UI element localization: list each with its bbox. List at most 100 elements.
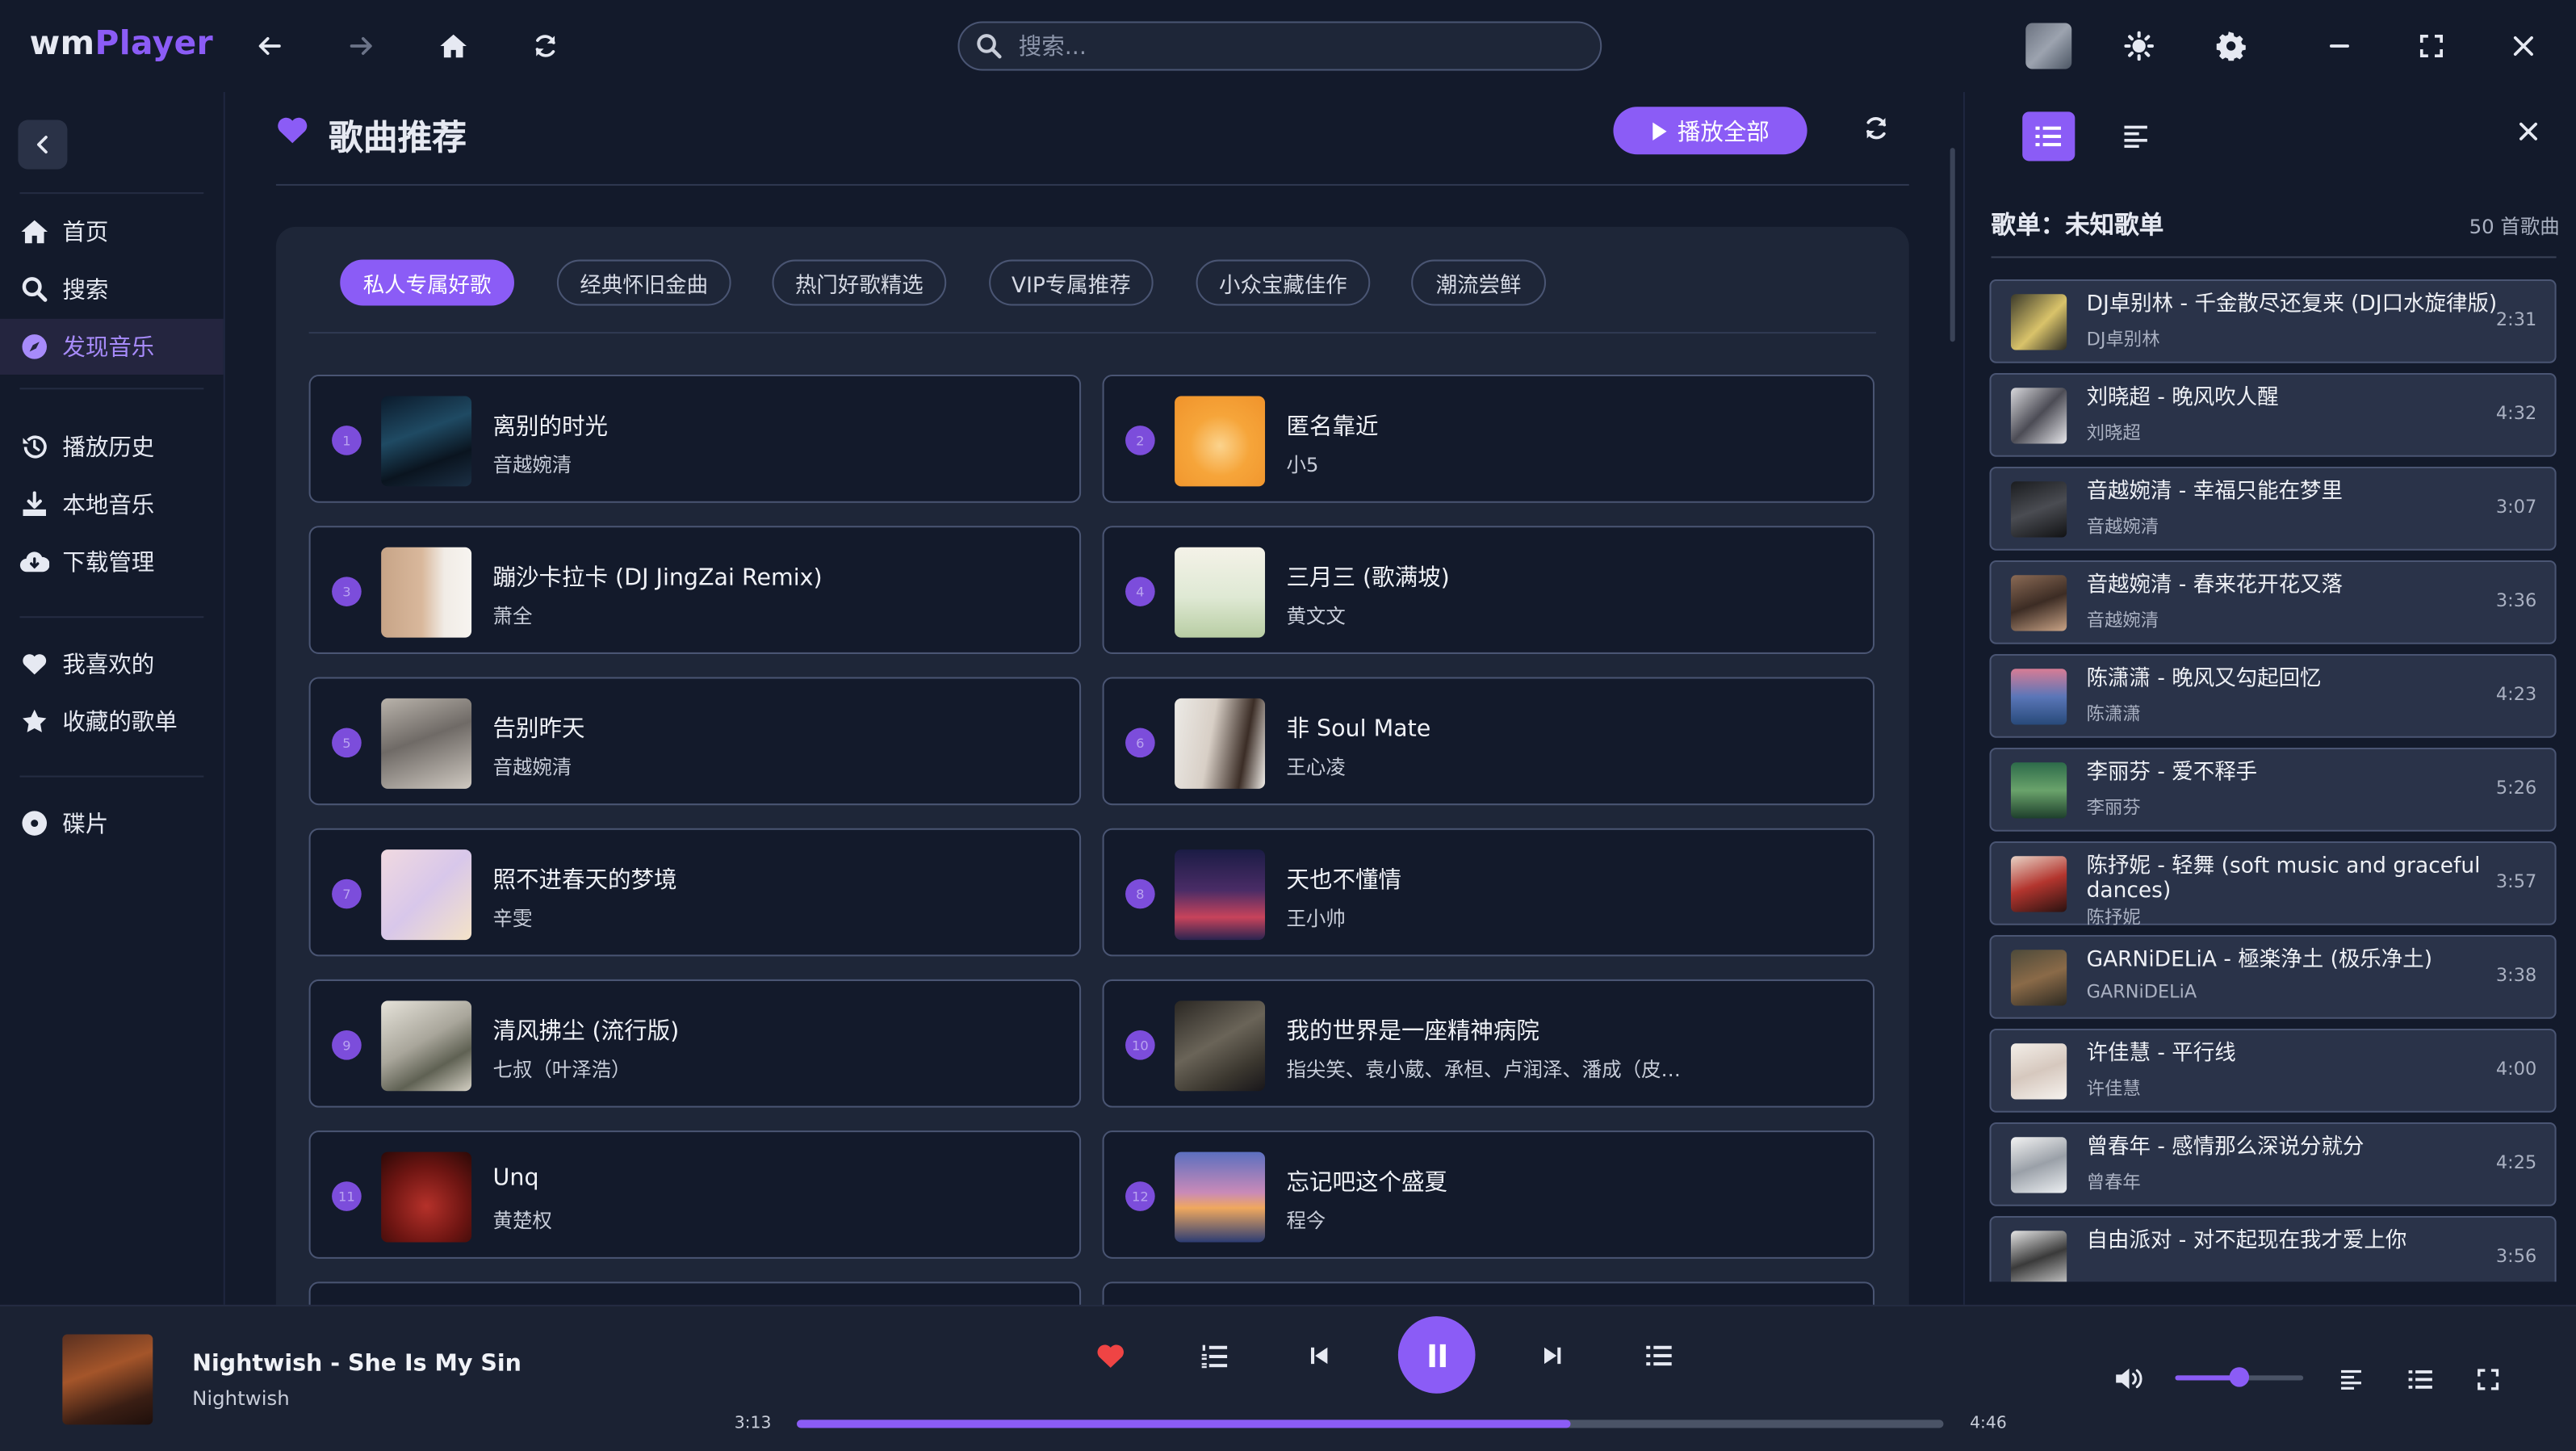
song-card[interactable]: 12 忘记吧这个盛夏 程今 xyxy=(1102,1130,1875,1259)
search-input[interactable] xyxy=(1015,29,1581,66)
queue-item[interactable]: 陈抒妮 - 轻舞 (soft music and graceful dances… xyxy=(1989,841,2557,929)
user-avatar[interactable] xyxy=(2025,23,2072,69)
playlist-button[interactable] xyxy=(1640,1336,1679,1376)
tab-queue-list[interactable] xyxy=(2022,111,2075,161)
tab-niche[interactable]: 小众宝藏佳作 xyxy=(1196,259,1371,306)
song-card[interactable]: 2 匿名靠近 小5 xyxy=(1102,375,1875,503)
sidebar-item-discs[interactable]: 碟片 xyxy=(0,795,224,851)
sidebar-item-history[interactable]: 播放历史 xyxy=(0,419,224,475)
tab-hot[interactable]: 热门好歌精选 xyxy=(772,259,947,306)
song-card[interactable]: 1 离别的时光 音越婉清 xyxy=(308,375,1082,503)
play-all-button[interactable]: 播放全部 xyxy=(1613,107,1807,155)
song-number: 3 xyxy=(332,577,362,606)
song-card[interactable]: 3 蹦沙卡拉卡 (DJ JingZai Remix) 萧全 xyxy=(308,526,1082,654)
like-button[interactable] xyxy=(1091,1336,1130,1376)
queue-item-duration: 4:00 xyxy=(2495,1058,2537,1080)
play-mode-button[interactable] xyxy=(1195,1336,1234,1376)
reload-button[interactable] xyxy=(522,23,568,69)
queue-item-artist: GARNiDELiA xyxy=(2086,980,2197,1003)
tab-trend[interactable]: 潮流尝鲜 xyxy=(1411,259,1547,306)
song-card[interactable]: 4 三月三 (歌满坡) 黄文文 xyxy=(1102,526,1875,654)
song-card[interactable]: 10 我的世界是一座精神病院 指尖笑、袁小葳、承桓、卢润泽、潘成（皮… xyxy=(1102,979,1875,1108)
sidebar-item-liked[interactable]: 我喜欢的 xyxy=(0,636,224,692)
next-button[interactable] xyxy=(1533,1336,1573,1376)
minimize-button[interactable] xyxy=(2316,23,2362,69)
forward-button[interactable] xyxy=(338,23,384,69)
close-icon xyxy=(2519,122,2538,140)
song-title: 三月三 (歌满坡) xyxy=(1286,565,1450,592)
skip-forward-icon xyxy=(1544,1347,1561,1365)
queue-item[interactable]: 曾春年 - 感情那么深说分就分 曾春年 4:25 xyxy=(1989,1122,2557,1206)
queue-item[interactable]: 陈潇潇 - 晚风又勾起回忆 陈潇潇 4:23 xyxy=(1989,653,2557,738)
sidebar: 首页 搜索 发现音乐 播放历史 本地音乐 下载管理 我喜欢的 收藏的歌单 碟片 xyxy=(0,91,225,1305)
volume-button[interactable] xyxy=(2109,1359,2149,1399)
queue-item[interactable]: 音越婉清 - 春来花开花又落 音越婉清 3:36 xyxy=(1989,560,2557,644)
queue-item-duration: 4:25 xyxy=(2495,1151,2537,1174)
main-scrollbar[interactable] xyxy=(1950,148,1955,342)
song-artist: 王小帅 xyxy=(1286,907,1346,930)
queue-item[interactable]: GARNiDELiA - 極楽浄土 (极乐净土) GARNiDELiA 3:38 xyxy=(1989,934,2557,1019)
tab-lyrics[interactable] xyxy=(2111,111,2163,161)
home-button[interactable] xyxy=(430,23,476,69)
queue-toggle-button[interactable] xyxy=(2400,1359,2440,1399)
queue-item[interactable]: 音越婉清 - 幸福只能在梦里 音越婉清 3:07 xyxy=(1989,466,2557,551)
song-card[interactable]: 8 天也不懂情 王小帅 xyxy=(1102,828,1875,957)
sidebar-item-favorite-playlists[interactable]: 收藏的歌单 xyxy=(0,694,224,749)
queue-item-title: 音越婉清 - 幸福只能在梦里 xyxy=(2086,480,2343,505)
disc-icon xyxy=(18,810,51,837)
settings-button[interactable] xyxy=(2208,23,2254,69)
search-bar[interactable] xyxy=(957,21,1602,71)
sidebar-collapse-button[interactable] xyxy=(18,120,68,170)
song-title: 照不进春天的梦境 xyxy=(492,867,677,895)
song-card[interactable]: 6 非 Soul Mate 王心凌 xyxy=(1102,677,1875,806)
fullscreen-button[interactable] xyxy=(2468,1359,2507,1399)
arrow-left-icon xyxy=(258,36,281,55)
sidebar-divider xyxy=(19,616,204,619)
volume-slider[interactable] xyxy=(2175,1367,2304,1387)
queue-item-duration: 3:07 xyxy=(2495,496,2537,518)
refresh-recommendations-button[interactable] xyxy=(1863,115,1890,141)
queue-item[interactable]: 许佳慧 - 平行线 许佳慧 4:00 xyxy=(1989,1028,2557,1113)
queue-item-duration: 3:38 xyxy=(2495,964,2537,987)
volume-knob[interactable] xyxy=(2229,1367,2250,1387)
tab-vip[interactable]: VIP专属推荐 xyxy=(989,259,1154,306)
back-button[interactable] xyxy=(246,23,292,69)
maximize-button[interactable] xyxy=(2408,23,2454,69)
song-cover xyxy=(1175,547,1266,638)
current-time: 3:13 xyxy=(734,1415,772,1433)
sidebar-item-home[interactable]: 首页 xyxy=(0,203,224,259)
song-card[interactable]: 5 告别昨天 音越婉清 xyxy=(308,677,1082,806)
sidebar-item-local-music[interactable]: 本地音乐 xyxy=(0,476,224,532)
song-card[interactable]: 9 清风拂尘 (流行版) 七叔（叶泽浩） xyxy=(308,979,1082,1108)
queue-item-duration: 2:31 xyxy=(2495,308,2537,331)
queue-item[interactable]: 刘晓超 - 晚风吹人醒 刘晓超 4:32 xyxy=(1989,372,2557,457)
song-artist: 七叔（叶泽浩） xyxy=(492,1058,631,1082)
close-button[interactable] xyxy=(2500,23,2546,69)
play-all-label: 播放全部 xyxy=(1677,119,1770,146)
tab-private[interactable]: 私人专属好歌 xyxy=(340,259,514,306)
pause-button[interactable] xyxy=(1397,1316,1476,1394)
sidebar-item-search[interactable]: 搜索 xyxy=(0,262,224,317)
song-number: 4 xyxy=(1125,577,1155,606)
now-playing-cover[interactable] xyxy=(62,1334,153,1425)
progress-bar[interactable] xyxy=(797,1420,1944,1428)
sidebar-item-discover[interactable]: 发现音乐 xyxy=(0,318,224,375)
queue-item[interactable]: 自由派对 - 对不起现在我才爱上你 3:56 xyxy=(1989,1215,2557,1282)
song-card[interactable]: 11 Unq 黄楚权 xyxy=(308,1130,1082,1259)
sidebar-item-downloads[interactable]: 下载管理 xyxy=(0,534,224,589)
queue-item[interactable]: DJ卓别林 - 千金散尽还复来 (DJ口水旋律版) DJ卓别林 2:31 xyxy=(1989,279,2557,363)
song-number: 10 xyxy=(1125,1030,1155,1060)
queue-item[interactable]: 李丽芬 - 爱不释手 李丽芬 5:26 xyxy=(1989,747,2557,832)
progress-fill xyxy=(797,1420,1571,1428)
theme-toggle-button[interactable] xyxy=(2116,23,2162,69)
previous-button[interactable] xyxy=(1300,1336,1339,1376)
queue-item-artist: 音越婉清 xyxy=(2086,516,2159,538)
history-icon xyxy=(18,434,51,460)
sidebar-item-label: 搜索 xyxy=(62,277,109,304)
skip-back-icon xyxy=(1311,1347,1328,1365)
close-panel-button[interactable] xyxy=(2519,122,2538,141)
queue-item-artist: 陈潇潇 xyxy=(2086,703,2141,725)
song-card[interactable]: 7 照不进春天的梦境 辛雯 xyxy=(308,828,1082,957)
tab-classic[interactable]: 经典怀旧金曲 xyxy=(556,259,731,306)
lyrics-button[interactable] xyxy=(2333,1359,2373,1399)
